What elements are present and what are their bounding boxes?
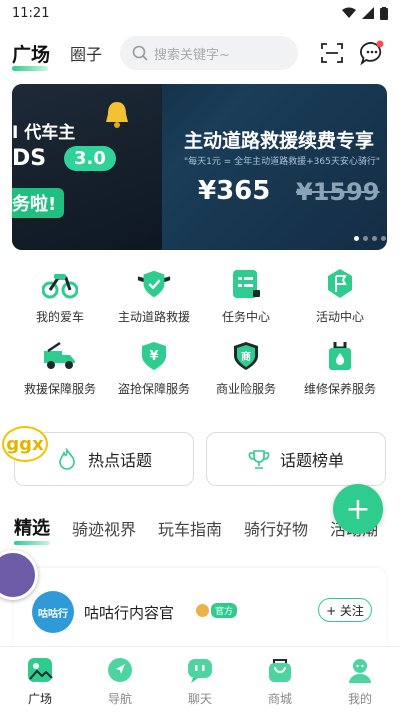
trophy-icon bbox=[248, 450, 270, 469]
service-label: 盗抢保障服务 bbox=[117, 382, 190, 396]
service-my-car[interactable]: 我的爱车 bbox=[12, 266, 108, 325]
banner-dot bbox=[381, 236, 386, 241]
maintenance-icon bbox=[329, 342, 351, 370]
motorcycle-icon bbox=[42, 274, 78, 299]
nav-plaza[interactable]: 广场 bbox=[0, 653, 80, 707]
bell-icon bbox=[106, 102, 128, 128]
banner-dot bbox=[363, 236, 368, 241]
nav-label: 我的 bbox=[347, 692, 372, 706]
create-post-button[interactable]: + bbox=[333, 484, 383, 534]
commerce-shield-icon: 商 bbox=[234, 342, 258, 370]
search-placeholder: 搜索关键字~ bbox=[154, 47, 230, 63]
battery-icon bbox=[380, 6, 388, 20]
ggx-floating-logo[interactable]: ggx bbox=[2, 426, 48, 462]
status-bar: 11:21 bbox=[0, 0, 400, 26]
service-label: 我的爱车 bbox=[35, 310, 84, 324]
nav-label: 广场 bbox=[27, 692, 52, 706]
banner-price: ¥365 bbox=[198, 176, 271, 206]
verified-icon bbox=[196, 604, 209, 617]
shield-wings-icon bbox=[137, 270, 171, 298]
post-card[interactable]: 咕咕行 咕咕行内容官 官方 + 关注 bbox=[14, 568, 386, 646]
service-label: 救援保障服务 bbox=[23, 382, 96, 396]
search-input[interactable]: 搜索关键字~ bbox=[120, 36, 299, 70]
bottom-nav: 广场 导航 聊天 商城 我的 bbox=[0, 646, 400, 712]
banner-left-panel: I 代车主 DS 3.0 务啦! bbox=[12, 84, 162, 250]
scan-button[interactable] bbox=[318, 39, 346, 67]
hot-topic-icon bbox=[59, 448, 75, 470]
banner-pagination bbox=[354, 236, 386, 241]
profile-icon bbox=[349, 659, 371, 683]
banner-version-badge: 3.0 bbox=[64, 146, 116, 171]
shopping-bag-icon bbox=[269, 659, 291, 682]
service-label: 商业险服务 bbox=[215, 382, 276, 396]
nav-label: 导航 bbox=[107, 692, 132, 706]
service-commercial-insurance[interactable]: 商 商业险服务 bbox=[198, 338, 294, 397]
topic-ranking-label: 话题榜单 bbox=[279, 451, 344, 470]
top-header: 广场 圈子 搜索关键字~ bbox=[0, 26, 400, 80]
category-tab-featured[interactable]: 精选 bbox=[14, 514, 50, 545]
search-icon bbox=[132, 45, 148, 61]
tab-circle[interactable]: 圈子 bbox=[70, 41, 102, 65]
chat-bubble-icon bbox=[360, 40, 384, 66]
main-content: I 代车主 DS 3.0 务啦! 主动道路救援续费专享 "每天1元 = 全年主动… bbox=[0, 80, 400, 646]
plaza-icon bbox=[28, 658, 53, 682]
task-list-icon bbox=[233, 270, 260, 298]
service-rescue-guarantee[interactable]: 救援保障服务 bbox=[12, 338, 108, 397]
svg-text:商: 商 bbox=[241, 350, 251, 363]
category-tab-car-guide[interactable]: 玩车指南 bbox=[158, 516, 222, 540]
banner-left-line1: I 代车主 bbox=[12, 123, 76, 143]
nav-mall[interactable]: 商城 bbox=[240, 653, 320, 707]
navigation-icon bbox=[108, 658, 132, 682]
nav-label: 商城 bbox=[267, 692, 292, 706]
service-label: 活动中心 bbox=[315, 310, 364, 324]
service-maintenance[interactable]: 维修保养服务 bbox=[292, 338, 388, 397]
banner-dot bbox=[372, 236, 377, 241]
tab-plaza[interactable]: 广场 bbox=[12, 40, 50, 71]
yuan-shield-icon: ¥ bbox=[142, 342, 166, 370]
service-label: 维修保养服务 bbox=[303, 382, 376, 396]
service-task-center[interactable]: 任务中心 bbox=[198, 266, 294, 325]
banner-dot bbox=[354, 236, 359, 241]
hot-topics-label: 热点话题 bbox=[87, 451, 152, 470]
nav-chat[interactable]: 聊天 bbox=[160, 653, 240, 707]
banner-left-line3: 务啦! bbox=[12, 188, 65, 218]
promo-banner[interactable]: I 代车主 DS 3.0 务啦! 主动道路救援续费专享 "每天1元 = 全年主动… bbox=[12, 84, 387, 250]
category-tab-riding-goods[interactable]: 骑行好物 bbox=[244, 516, 308, 540]
service-label: 主动道路救援 bbox=[117, 310, 190, 324]
service-activity-center[interactable]: 活动中心 bbox=[292, 266, 388, 325]
service-theft-guarantee[interactable]: ¥ 盗抢保障服务 bbox=[106, 338, 202, 397]
post-avatar[interactable]: 咕咕行 bbox=[32, 591, 74, 633]
follow-button[interactable]: + 关注 bbox=[318, 598, 372, 622]
nav-label: 聊天 bbox=[187, 692, 212, 706]
service-label: 任务中心 bbox=[221, 310, 270, 324]
chat-icon bbox=[188, 659, 212, 683]
nav-navigation[interactable]: 导航 bbox=[80, 653, 160, 707]
post-author-name[interactable]: 咕咕行内容官 bbox=[84, 602, 174, 623]
signal-icon bbox=[362, 7, 374, 19]
scan-icon bbox=[321, 43, 343, 63]
service-road-rescue[interactable]: 主动道路救援 bbox=[106, 266, 202, 325]
category-tab-riding-vision[interactable]: 骑迹视界 bbox=[72, 516, 136, 540]
nav-profile[interactable]: 我的 bbox=[320, 653, 400, 707]
banner-subtitle: "每天1元 = 全年主动道路救援+365天安心骑行" bbox=[184, 157, 380, 167]
tow-truck-icon bbox=[44, 341, 75, 369]
banner-title: 主动道路救援续费专享 bbox=[184, 130, 375, 152]
official-tag: 官方 bbox=[211, 603, 238, 618]
wifi-icon bbox=[342, 7, 356, 18]
topic-ranking-button[interactable]: 话题榜单 bbox=[206, 432, 386, 486]
status-time: 11:21 bbox=[12, 5, 50, 21]
banner-left-line2: DS bbox=[12, 146, 47, 171]
category-tabs: 精选 骑迹视界 玩车指南 骑行好物 活动潮 bbox=[14, 514, 378, 545]
svg-text:¥: ¥ bbox=[149, 349, 158, 364]
official-badge: 官方 bbox=[196, 603, 238, 618]
status-icons bbox=[342, 6, 388, 20]
messages-button[interactable] bbox=[358, 39, 386, 67]
flag-icon bbox=[328, 269, 352, 298]
banner-old-price: ¥1599 bbox=[296, 178, 380, 206]
